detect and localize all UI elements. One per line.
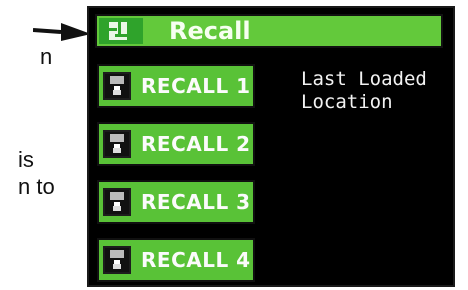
disk-icon xyxy=(103,246,131,274)
recall-4-button[interactable]: RECALL 4 xyxy=(97,238,255,282)
recall-1-button[interactable]: RECALL 1 xyxy=(97,64,255,108)
disk-icon xyxy=(103,72,131,100)
recall-3-button[interactable]: RECALL 3 xyxy=(97,180,255,224)
layout-grid-icon xyxy=(99,18,143,44)
recall-1-label: RECALL 1 xyxy=(141,74,251,98)
doc-text-line-2: is xyxy=(18,147,34,172)
page-title: Recall xyxy=(169,17,251,45)
disk-icon xyxy=(103,130,131,158)
info-line-2: Location xyxy=(301,91,393,113)
doc-text-line-1: n xyxy=(40,44,53,69)
recall-2-label: RECALL 2 xyxy=(141,132,251,156)
recall-3-label: RECALL 3 xyxy=(141,190,251,214)
disk-icon xyxy=(103,188,131,216)
recall-2-button[interactable]: RECALL 2 xyxy=(97,122,255,166)
device-screen: Recall RECALL 1 RECALL 2 RECALL 3 RECALL… xyxy=(87,6,455,287)
last-loaded-location-text: Last Loaded Location xyxy=(301,68,451,114)
callout-arrow-title xyxy=(33,23,91,41)
recall-4-label: RECALL 4 xyxy=(141,248,251,272)
doc-text-line-3: n to xyxy=(18,174,55,199)
recall-title-bar: Recall xyxy=(95,14,443,48)
info-line-1: Last Loaded xyxy=(301,68,427,90)
